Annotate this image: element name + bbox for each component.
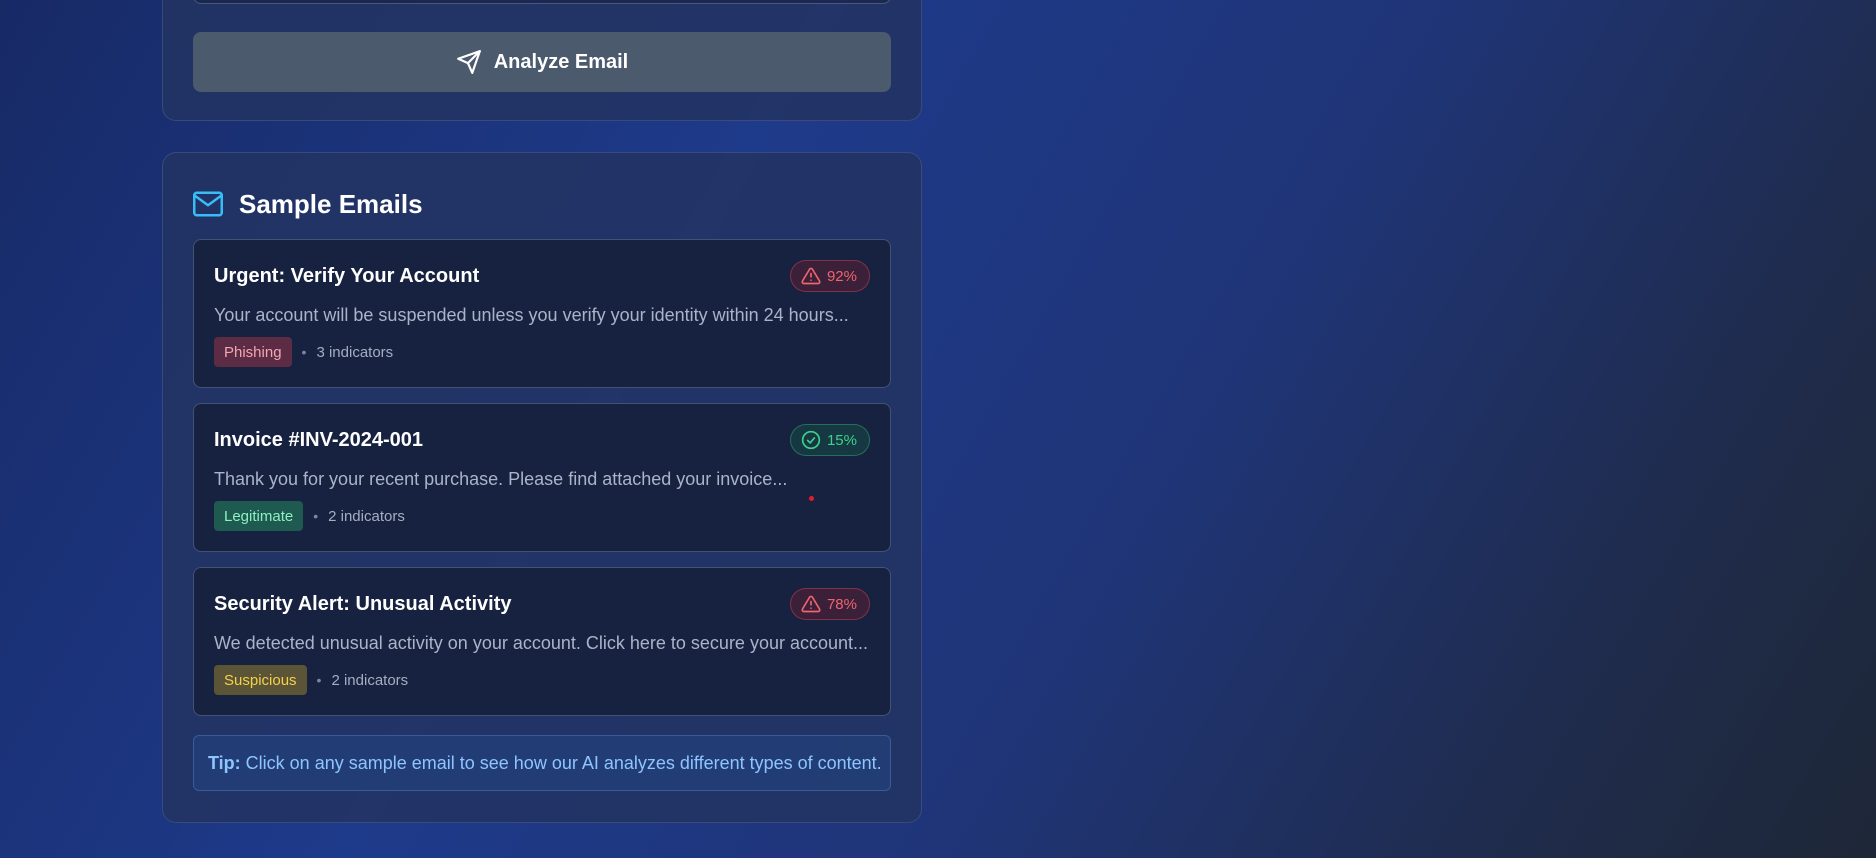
risk-score: 15% [826, 431, 857, 449]
email-meta: Legitimate • 2 indicators [214, 501, 405, 531]
sample-emails-title: Sample Emails [239, 188, 423, 219]
email-title: Security Alert: Unusual Activity [214, 593, 512, 615]
email-title: Urgent: Verify Your Account [214, 265, 480, 287]
email-content-input[interactable] [193, 0, 891, 4]
tip-box: Tip: Click on any sample email to see ho… [193, 735, 891, 791]
risk-score: 78% [826, 595, 857, 613]
tip-label: Tip: [208, 752, 241, 773]
indicator-count: 2 indicators [328, 507, 405, 525]
mail-icon [193, 191, 223, 217]
classification-tag: Legitimate [214, 501, 304, 531]
analyze-card: Analyze Email [162, 0, 922, 121]
meta-separator: • [316, 672, 322, 688]
email-preview: Your account will be suspended unless yo… [214, 305, 849, 325]
sample-emails-header: Sample Emails [193, 186, 423, 222]
meta-separator: • [313, 508, 319, 524]
sample-email-item[interactable]: Security Alert: Unusual Activity 78% We … [193, 567, 891, 716]
email-preview: Thank you for your recent purchase. Plea… [214, 469, 788, 489]
send-icon [456, 50, 481, 74]
sample-email-item[interactable]: Invoice #INV-2024-001 15% Thank you for … [193, 403, 891, 552]
classification-tag: Suspicious [214, 665, 307, 695]
email-meta: Phishing • 3 indicators [214, 337, 393, 367]
meta-separator: • [301, 344, 307, 360]
risk-score-badge: 92% [789, 260, 870, 292]
classification-tag: Phishing [214, 337, 292, 367]
risk-score-badge: 78% [789, 588, 870, 620]
alert-triangle-icon [801, 595, 821, 613]
analyze-button-label: Analyze Email [493, 50, 629, 73]
risk-score: 92% [826, 267, 857, 285]
cursor-marker [809, 496, 814, 501]
risk-score-badge: 15% [789, 424, 870, 456]
analyze-email-button[interactable]: Analyze Email [193, 32, 891, 92]
email-meta: Suspicious • 2 indicators [214, 665, 408, 695]
email-preview: We detected unusual activity on your acc… [214, 633, 869, 653]
alert-triangle-icon [801, 267, 821, 285]
check-circle-icon [801, 430, 821, 450]
indicator-count: 2 indicators [331, 671, 409, 689]
indicator-count: 3 indicators [316, 343, 394, 361]
sample-emails-card: Sample Emails Urgent: Verify Your Accoun… [162, 152, 922, 823]
tip-text: Click on any sample email to see how our… [245, 752, 882, 773]
sample-email-item[interactable]: Urgent: Verify Your Account 92% Your acc… [193, 239, 891, 388]
email-title: Invoice #INV-2024-001 [214, 429, 424, 451]
